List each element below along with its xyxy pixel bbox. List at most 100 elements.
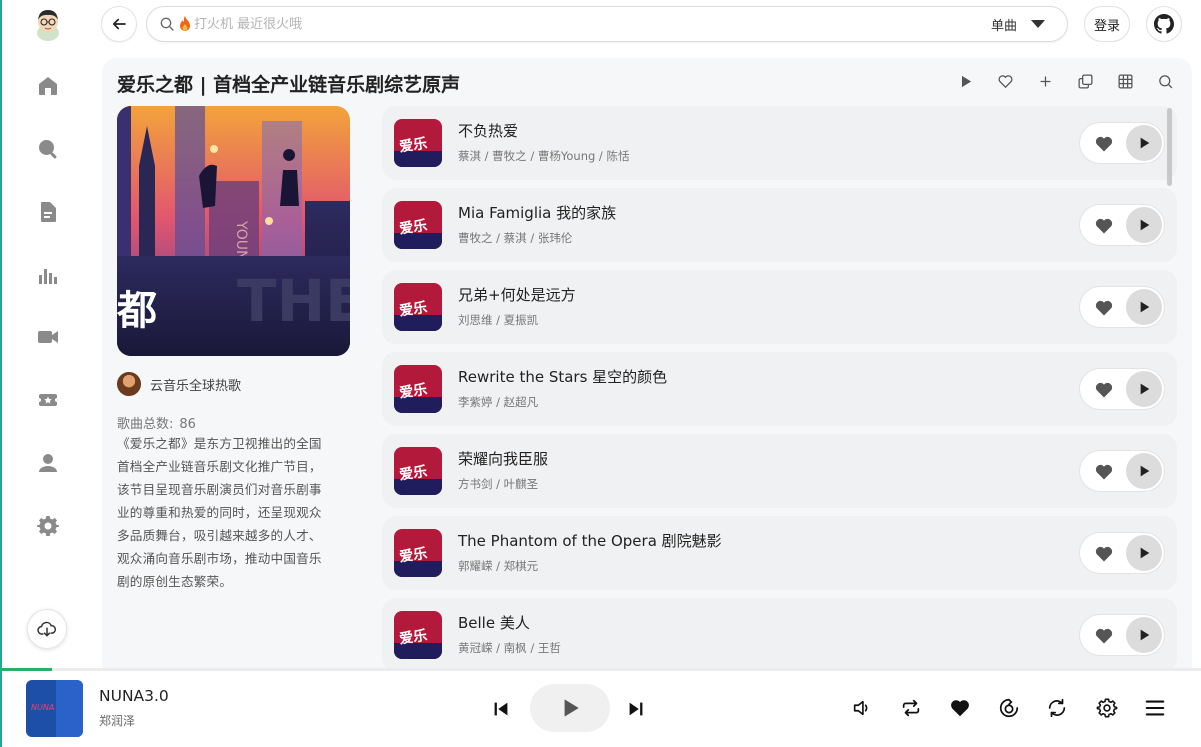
add-button[interactable] bbox=[1036, 72, 1054, 90]
song-item[interactable]: 爱乐 荣耀向我臣服 方书剑 / 叶麒圣 bbox=[382, 434, 1177, 508]
previous-button[interactable] bbox=[489, 697, 513, 721]
app-avatar[interactable] bbox=[33, 7, 63, 41]
gear-icon[interactable] bbox=[34, 512, 62, 540]
search-icon bbox=[160, 17, 174, 31]
now-playing-cover[interactable]: NUNA bbox=[26, 680, 83, 737]
song-item[interactable]: 爱乐 Belle 美人 黄冠嵘 / 南枫 / 王哲 bbox=[382, 598, 1177, 668]
song-count: 歌曲总数: 86 bbox=[117, 413, 196, 432]
caret-down-icon bbox=[1031, 20, 1045, 28]
song-thumbnail: 爱乐 bbox=[394, 365, 442, 413]
playlist-creator[interactable]: 云音乐全球热歌 bbox=[117, 372, 241, 396]
next-button[interactable] bbox=[624, 697, 648, 721]
playlist-menu-button[interactable] bbox=[1142, 695, 1168, 721]
song-thumbnail: 爱乐 bbox=[394, 529, 442, 577]
play-icon bbox=[1140, 547, 1150, 559]
play-pause-button[interactable] bbox=[530, 684, 610, 732]
heart-icon[interactable] bbox=[1094, 298, 1114, 318]
search-icon[interactable] bbox=[34, 135, 62, 163]
volume-icon bbox=[853, 700, 868, 716]
song-controls bbox=[1079, 204, 1165, 246]
song-list-scrollbar[interactable] bbox=[1167, 108, 1172, 186]
playlist-cover[interactable]: YOUNG THE 都 bbox=[117, 106, 350, 356]
song-play-button[interactable] bbox=[1126, 617, 1162, 653]
song-play-button[interactable] bbox=[1126, 125, 1162, 161]
heart-icon[interactable] bbox=[1094, 544, 1114, 564]
search-icon bbox=[1158, 74, 1172, 88]
search-input[interactable] bbox=[194, 16, 991, 32]
song-artists[interactable]: 蔡淇 / 曹牧之 / 曹杨Young / 陈恬 bbox=[458, 148, 629, 164]
login-button[interactable]: 登录 bbox=[1084, 6, 1130, 42]
grid-icon bbox=[1117, 73, 1133, 89]
home-icon[interactable] bbox=[34, 72, 62, 100]
song-thumbnail: 爱乐 bbox=[394, 119, 442, 167]
copy-icon bbox=[1077, 73, 1093, 89]
song-thumbnail: 爱乐 bbox=[394, 283, 442, 331]
play-all-button[interactable] bbox=[956, 72, 974, 90]
song-count-value: 86 bbox=[179, 417, 196, 432]
copy-button[interactable] bbox=[1076, 72, 1094, 90]
sync-button[interactable] bbox=[1045, 696, 1069, 720]
heart-icon[interactable] bbox=[1094, 216, 1114, 236]
song-item[interactable]: 爱乐 Mia Famiglia 我的家族 曹牧之 / 蔡淇 / 张玮伦 bbox=[382, 188, 1177, 262]
song-title: 荣耀向我臣服 bbox=[458, 450, 549, 468]
repeat-icon bbox=[902, 699, 920, 717]
song-title: Mia Famiglia 我的家族 bbox=[458, 204, 617, 222]
song-controls bbox=[1079, 122, 1165, 164]
song-title: 不负热爱 bbox=[458, 122, 519, 140]
song-item[interactable]: 爱乐 The Phantom of the Opera 剧院魅影 郭耀嵘 / 郑… bbox=[382, 516, 1177, 590]
fire-icon bbox=[180, 16, 190, 31]
volume-button[interactable] bbox=[850, 696, 874, 720]
favorite-button[interactable] bbox=[996, 72, 1014, 90]
song-artists[interactable]: 方书剑 / 叶麒圣 bbox=[458, 476, 538, 492]
song-thumbnail: 爱乐 bbox=[394, 201, 442, 249]
song-controls bbox=[1079, 368, 1165, 410]
song-controls bbox=[1079, 286, 1165, 328]
song-play-button[interactable] bbox=[1126, 453, 1162, 489]
song-artists[interactable]: 曹牧之 / 蔡淇 / 张玮伦 bbox=[458, 230, 572, 246]
cover-text: 都 bbox=[117, 288, 157, 334]
heart-icon[interactable] bbox=[1094, 462, 1114, 482]
arrow-left-icon bbox=[112, 18, 126, 30]
play-icon bbox=[1140, 219, 1150, 231]
song-controls bbox=[1079, 614, 1165, 656]
search-in-list-button[interactable] bbox=[1156, 72, 1174, 90]
search-type-select[interactable]: 单曲 bbox=[991, 15, 1045, 34]
video-icon[interactable] bbox=[34, 323, 62, 351]
chart-icon[interactable] bbox=[34, 261, 62, 289]
repeat-button[interactable] bbox=[899, 696, 923, 720]
creator-avatar bbox=[117, 372, 141, 396]
heart-icon[interactable] bbox=[1094, 380, 1114, 400]
github-button[interactable] bbox=[1146, 6, 1182, 42]
song-play-button[interactable] bbox=[1126, 289, 1162, 325]
heart-outline-icon bbox=[998, 74, 1012, 88]
like-current-button[interactable] bbox=[947, 696, 973, 720]
song-title: The Phantom of the Opera 剧院魅影 bbox=[458, 532, 722, 550]
song-item[interactable]: 爱乐 不负热爱 蔡淇 / 曹牧之 / 曹杨Young / 陈恬 bbox=[382, 106, 1177, 180]
song-artists[interactable]: 郭耀嵘 / 郑棋元 bbox=[458, 558, 538, 574]
play-icon bbox=[1140, 301, 1150, 313]
song-item[interactable]: 爱乐 兄弟+何处是远方 刘思维 / 夏振凯 bbox=[382, 270, 1177, 344]
document-icon[interactable] bbox=[34, 198, 62, 226]
cover-image: YOUNG THE 都 bbox=[117, 106, 350, 356]
grid-view-button[interactable] bbox=[1116, 72, 1134, 90]
back-button[interactable] bbox=[101, 6, 137, 42]
playlist-title: 爱乐之都 | 首档全产业链音乐剧综艺原声 bbox=[117, 74, 461, 96]
heart-icon[interactable] bbox=[1094, 626, 1114, 646]
player-settings-button[interactable] bbox=[1095, 696, 1119, 720]
song-controls bbox=[1079, 532, 1165, 574]
now-playing-artist[interactable]: 郑润泽 bbox=[99, 712, 135, 729]
menu-icon bbox=[1145, 700, 1165, 716]
download-button[interactable] bbox=[27, 609, 67, 649]
song-item[interactable]: 爱乐 Rewrite the Stars 星空的颜色 李紫婷 / 赵超凡 bbox=[382, 352, 1177, 426]
skip-next-icon bbox=[629, 702, 643, 716]
star-box-icon[interactable] bbox=[34, 386, 62, 414]
song-artists[interactable]: 黄冠嵘 / 南枫 / 王哲 bbox=[458, 640, 561, 656]
song-play-button[interactable] bbox=[1126, 371, 1162, 407]
song-play-button[interactable] bbox=[1126, 207, 1162, 243]
heart-icon[interactable] bbox=[1094, 134, 1114, 154]
song-play-button[interactable] bbox=[1126, 535, 1162, 571]
song-artists[interactable]: 刘思维 / 夏振凯 bbox=[458, 312, 538, 328]
intelligent-mode-button[interactable] bbox=[997, 696, 1021, 720]
user-icon[interactable] bbox=[34, 449, 62, 477]
song-artists[interactable]: 李紫婷 / 赵超凡 bbox=[458, 394, 538, 410]
